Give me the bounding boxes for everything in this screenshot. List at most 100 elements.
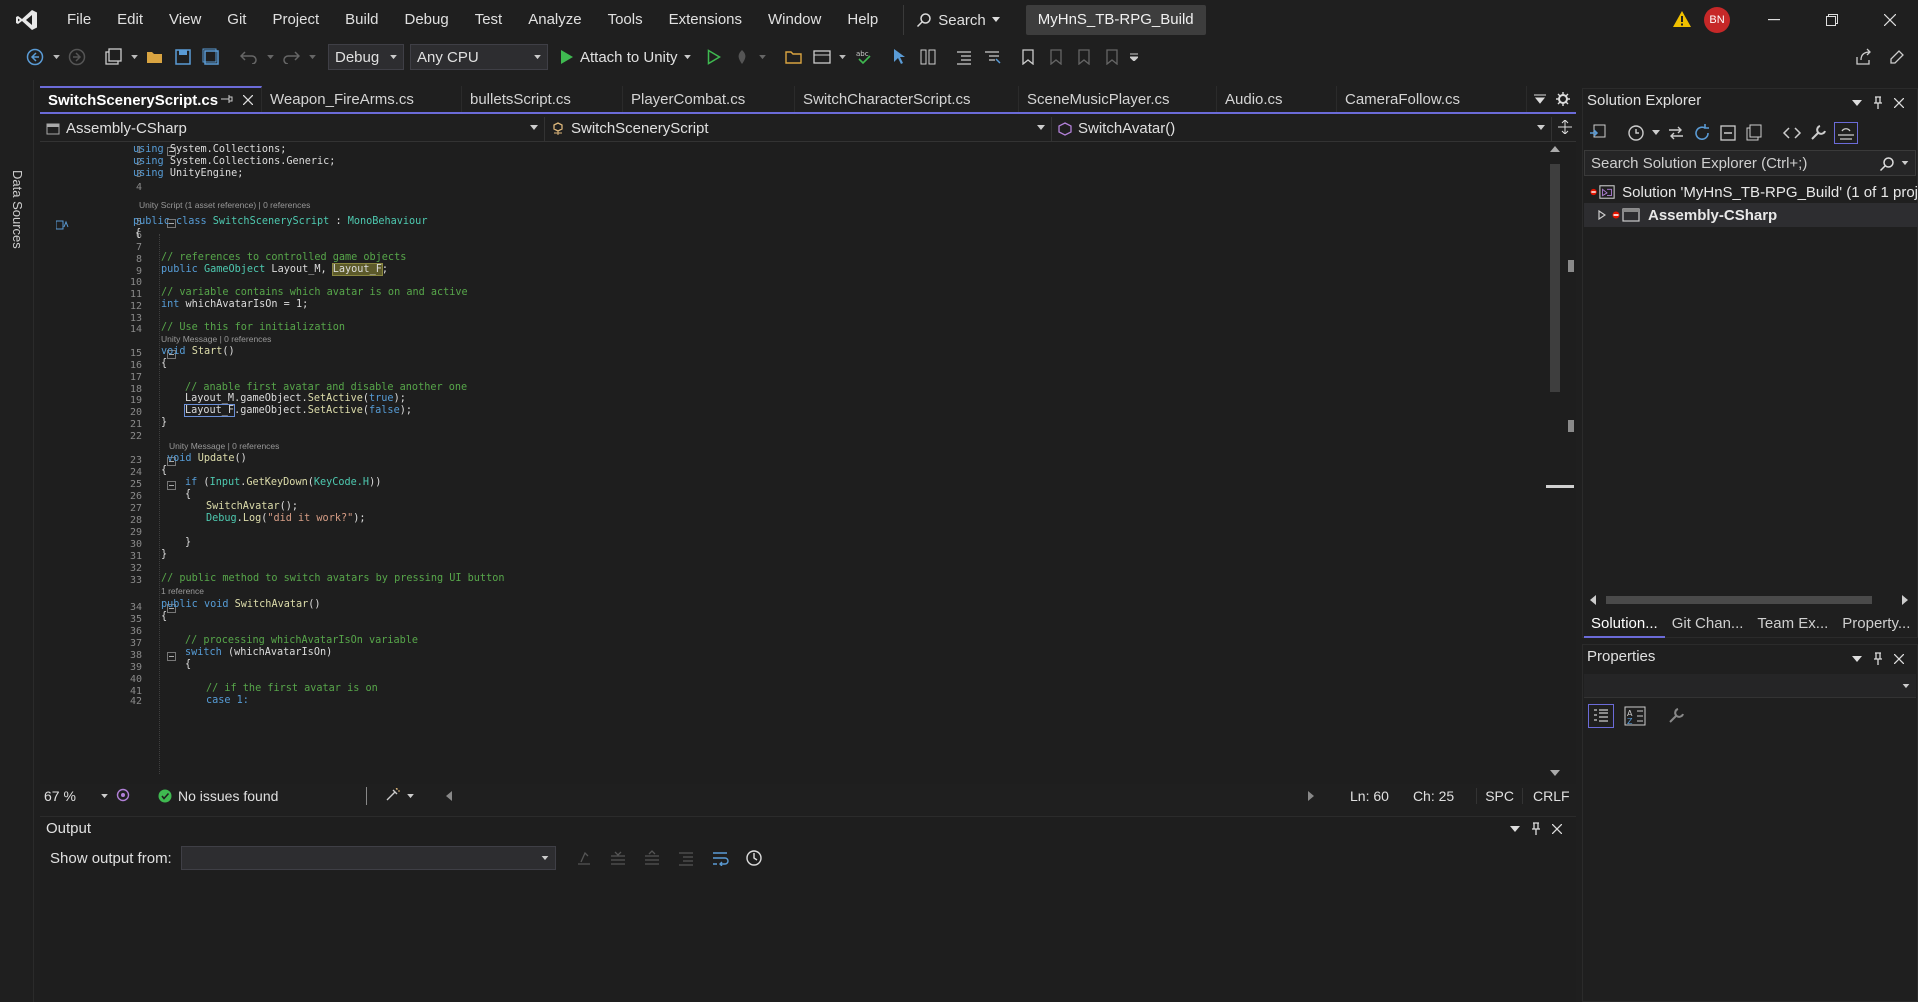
platform-dropdown[interactable]: Any CPU: [410, 44, 548, 70]
chevron-down-icon[interactable]: [407, 793, 414, 799]
attach-to-unity-button[interactable]: Attach to Unity: [554, 49, 697, 66]
minimize-button[interactable]: [1746, 0, 1802, 40]
clear-bookmarks-icon[interactable]: [1101, 46, 1123, 68]
menu-edit[interactable]: Edit: [104, 0, 156, 40]
tab-property-manager[interactable]: Property...: [1835, 610, 1917, 638]
find-message-icon[interactable]: [575, 850, 593, 866]
menu-tools[interactable]: Tools: [595, 0, 656, 40]
scroll-left-icon[interactable]: [446, 791, 452, 801]
tab-team-explorer[interactable]: Team Ex...: [1750, 610, 1835, 638]
uncomment-lines-icon[interactable]: [981, 46, 1003, 68]
switch-views-icon[interactable]: [1588, 123, 1608, 143]
chevron-down-icon[interactable]: [52, 46, 60, 68]
tab-switch-character-script[interactable]: SwitchCharacterScript.cs: [795, 86, 1019, 112]
chevron-down-icon[interactable]: [1852, 100, 1862, 106]
pin-icon[interactable]: [1872, 652, 1884, 666]
timestamp-icon[interactable]: [745, 849, 763, 867]
warning-icon[interactable]: [1672, 10, 1692, 28]
chevron-down-icon[interactable]: [1901, 161, 1909, 166]
pin-icon[interactable]: [1872, 96, 1884, 110]
editor-scroll-thumb[interactable]: [1550, 164, 1560, 392]
scroll-up-icon[interactable]: [1550, 146, 1560, 152]
codelens-references[interactable]: Unity Message | 0 references: [169, 441, 279, 451]
previous-message-icon[interactable]: [609, 850, 627, 866]
alphabetical-icon[interactable]: AZ: [1624, 706, 1646, 726]
spell-check-icon[interactable]: abc: [853, 46, 875, 68]
class-dropdown[interactable]: SwitchSceneryScript: [545, 116, 1052, 141]
tab-bullets-script[interactable]: bulletsScript.cs: [462, 86, 623, 112]
tab-switch-scenery-script[interactable]: SwitchSceneryScript.cs: [40, 86, 262, 112]
view-code-icon[interactable]: [1782, 123, 1802, 143]
menu-build[interactable]: Build: [332, 0, 391, 40]
preview-selected-items-button[interactable]: [1834, 122, 1858, 144]
bookmark-icon[interactable]: [1017, 46, 1039, 68]
scroll-right-icon[interactable]: [1902, 595, 1908, 605]
user-avatar[interactable]: BN: [1704, 7, 1730, 33]
chevron-down-icon[interactable]: [130, 46, 138, 68]
menu-help[interactable]: Help: [834, 0, 891, 40]
column-indicator[interactable]: Ch: 25: [1413, 788, 1454, 804]
configuration-dropdown[interactable]: Debug: [328, 44, 404, 70]
scroll-down-icon[interactable]: [1550, 770, 1560, 776]
chevron-down-icon[interactable]: [839, 46, 847, 68]
format-document-icon[interactable]: [917, 46, 939, 68]
navigate-forward-icon[interactable]: [66, 46, 88, 68]
next-message-icon[interactable]: [643, 850, 661, 866]
close-icon[interactable]: [1894, 98, 1904, 108]
menu-test[interactable]: Test: [462, 0, 516, 40]
menu-analyze[interactable]: Analyze: [515, 0, 594, 40]
close-icon[interactable]: [1894, 654, 1904, 664]
code-text[interactable]: using System.Collections; using System.C…: [133, 142, 1543, 782]
sync-with-document-icon[interactable]: [1666, 123, 1686, 143]
chevron-down-icon[interactable]: [266, 46, 274, 68]
share-icon[interactable]: [1853, 46, 1875, 68]
close-icon[interactable]: [1552, 824, 1562, 834]
open-folder-icon[interactable]: [144, 46, 166, 68]
folder-view-icon[interactable]: [783, 46, 805, 68]
close-tab-icon[interactable]: [242, 92, 254, 109]
redo-icon[interactable]: [280, 46, 302, 68]
code-cleanup-icon[interactable]: [385, 787, 401, 805]
copilot-icon[interactable]: [116, 788, 130, 805]
menu-extensions[interactable]: Extensions: [656, 0, 755, 40]
show-all-files-icon[interactable]: [1744, 123, 1764, 143]
tab-scene-music-player[interactable]: SceneMusicPlayer.cs: [1019, 86, 1217, 112]
solution-search-input[interactable]: Search Solution Explorer (Ctrl+;): [1584, 150, 1916, 176]
undo-icon[interactable]: [238, 46, 260, 68]
solution-horizontal-scrollbar[interactable]: [1584, 592, 1916, 608]
issues-indicator[interactable]: No issues found: [158, 788, 358, 804]
tab-git-changes[interactable]: Git Chan...: [1665, 610, 1751, 638]
chevron-down-icon[interactable]: [308, 46, 316, 68]
menu-git[interactable]: Git: [214, 0, 259, 40]
properties-wrench-icon[interactable]: [1808, 123, 1828, 143]
output-source-dropdown[interactable]: [181, 846, 556, 870]
zoom-dropdown[interactable]: 67 %: [40, 788, 112, 804]
select-pointer-icon[interactable]: [889, 46, 911, 68]
restore-button[interactable]: [1804, 0, 1860, 40]
categorized-button[interactable]: [1588, 704, 1614, 728]
property-pages-icon[interactable]: [1666, 706, 1686, 726]
line-indicator[interactable]: Ln: 60: [1350, 788, 1389, 804]
start-without-debugging-icon[interactable]: [703, 46, 725, 68]
scroll-left-icon[interactable]: [1590, 595, 1596, 605]
previous-bookmark-icon[interactable]: [1045, 46, 1067, 68]
solution-name-badge[interactable]: MyHnS_TB-RPG_Build: [1025, 5, 1206, 35]
tab-weapon-firearms[interactable]: Weapon_FireArms.cs: [262, 86, 462, 112]
indent-mode[interactable]: SPC: [1476, 788, 1523, 804]
unity-script-marker-icon[interactable]: [55, 217, 70, 233]
new-project-icon[interactable]: [102, 46, 124, 68]
refresh-icon[interactable]: [1692, 123, 1712, 143]
window-layout-icon[interactable]: [811, 46, 833, 68]
menu-window[interactable]: Window: [755, 0, 834, 40]
word-wrap-icon[interactable]: [711, 850, 729, 866]
pin-icon[interactable]: [221, 92, 233, 109]
solution-scroll-thumb[interactable]: [1606, 596, 1872, 604]
global-search[interactable]: Search: [903, 5, 1012, 35]
chevron-down-icon[interactable]: [1510, 826, 1520, 832]
pending-changes-icon[interactable]: [1626, 123, 1646, 143]
codelens-references[interactable]: 1 reference: [161, 586, 204, 596]
chevron-down-icon[interactable]: [1852, 656, 1862, 662]
next-bookmark-icon[interactable]: [1073, 46, 1095, 68]
properties-object-dropdown[interactable]: [1584, 674, 1916, 698]
close-window-button[interactable]: [1862, 0, 1918, 40]
